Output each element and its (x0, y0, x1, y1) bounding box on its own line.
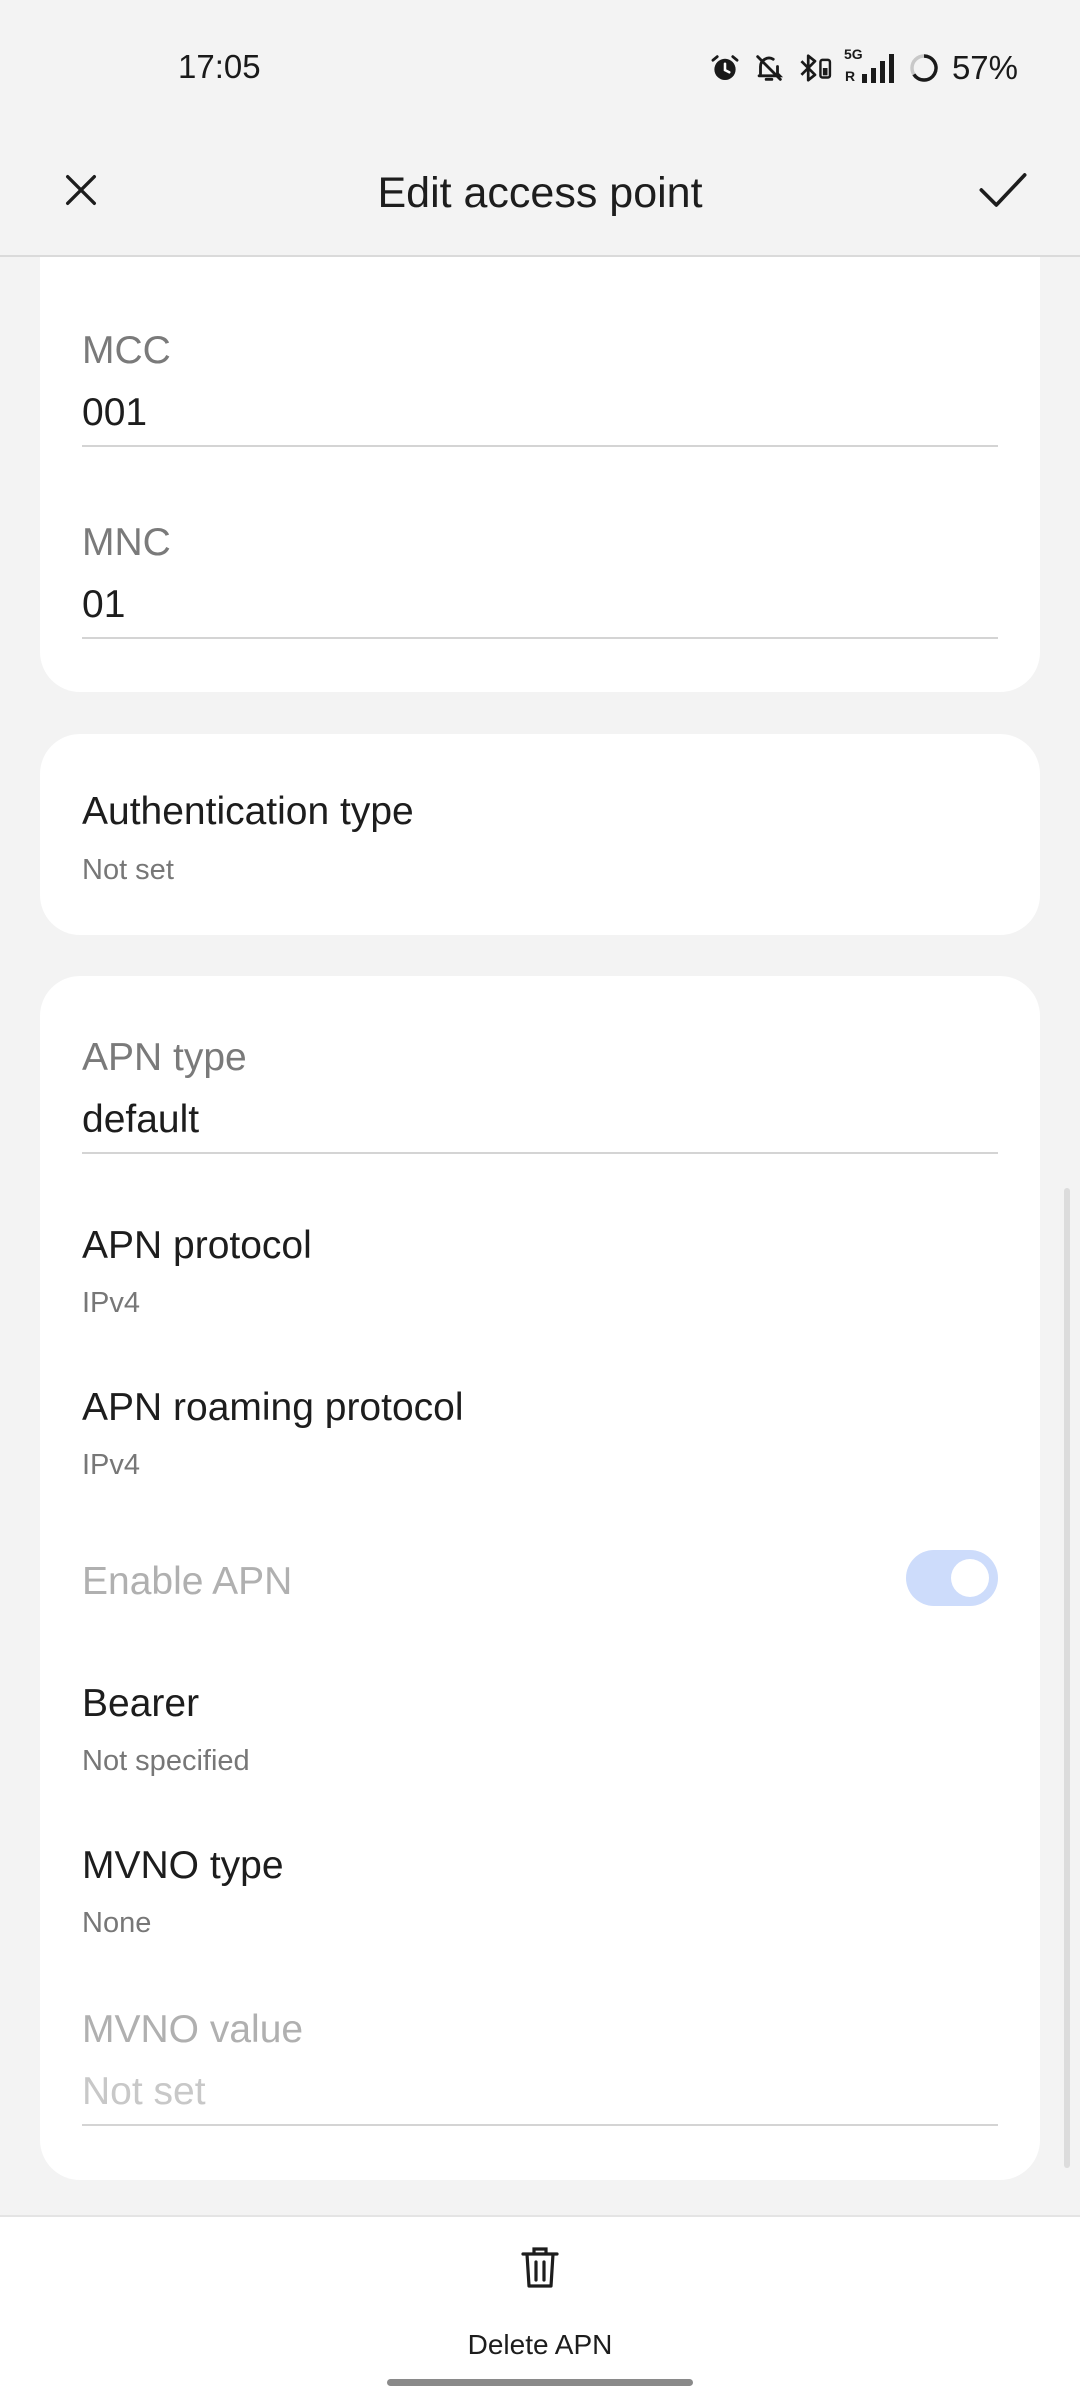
bottom-action-bar: Delete APN (0, 2215, 1080, 2400)
mcc-label: MCC (82, 329, 171, 372)
network-codes-card: MCC 001 MNC 01 (40, 257, 1040, 692)
mute-icon (756, 55, 783, 81)
apn-protocol-title: APN protocol (82, 1224, 312, 1267)
apn-settings-card: APN type default APN protocol IPv4 APN r… (40, 976, 1040, 2180)
trash-icon (521, 2247, 559, 2288)
apn-type-label: APN type (82, 1036, 247, 1079)
app-bar: Edit access point (0, 135, 1080, 257)
mcc-value[interactable]: 001 (82, 391, 147, 435)
battery-percent: 57% (951, 49, 1018, 86)
save-button[interactable] (972, 159, 1034, 221)
status-icons: 5G R 57% (708, 46, 1018, 90)
status-time: 17:05 (178, 48, 261, 85)
toggle-knob (951, 1559, 989, 1597)
bearer-summary: Not specified (82, 1745, 250, 1777)
mvno-value-label: MVNO value (82, 2008, 304, 2051)
mnc-value[interactable]: 01 (82, 583, 125, 627)
mvno-type-summary: None (82, 1907, 152, 1939)
mnc-underline (82, 637, 998, 639)
status-bar: 17:05 5G R 57% (0, 0, 1080, 135)
battery-ring-icon (910, 54, 938, 82)
mvno-type-title: MVNO type (82, 1844, 284, 1887)
mvno-value-underline (82, 2124, 998, 2126)
bearer-title: Bearer (82, 1682, 200, 1725)
roaming-label: R (844, 68, 856, 84)
check-icon (979, 173, 1027, 207)
auth-type-title: Authentication type (82, 790, 414, 833)
mcc-underline (82, 445, 998, 447)
scrollbar[interactable] (1064, 1188, 1070, 2168)
alarm-icon (711, 55, 739, 81)
bluetooth-battery-icon (800, 54, 832, 82)
apn-roaming-protocol-title: APN roaming protocol (82, 1386, 464, 1429)
apn-type-value[interactable]: default (82, 1098, 199, 1142)
home-indicator[interactable] (387, 2379, 693, 2386)
delete-apn-button[interactable]: Delete APN (420, 2245, 660, 2360)
apn-protocol-summary: IPv4 (82, 1287, 141, 1319)
auth-type-summary: Not set (82, 854, 174, 886)
authentication-card[interactable]: Authentication type Not set (40, 734, 1040, 935)
apn-type-underline (82, 1152, 998, 1154)
signal-icon: 5G R (844, 46, 898, 86)
delete-apn-label: Delete APN (467, 2329, 613, 2360)
apn-roaming-protocol-summary: IPv4 (82, 1449, 141, 1481)
enable-apn-label: Enable APN (82, 1560, 293, 1603)
mnc-label: MNC (82, 521, 171, 564)
mvno-value-input[interactable]: Not set (82, 2070, 206, 2114)
page-title: Edit access point (377, 169, 703, 217)
enable-apn-toggle[interactable] (906, 1550, 998, 1606)
